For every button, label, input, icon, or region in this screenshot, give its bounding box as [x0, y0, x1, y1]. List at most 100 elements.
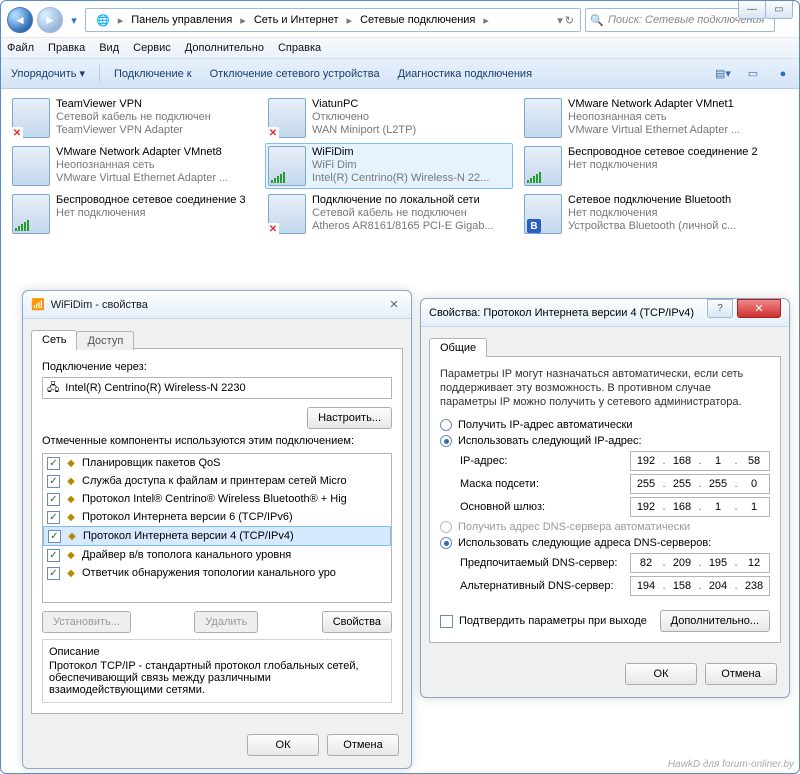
connection-item[interactable]: Беспроводное сетевое соединение 2 Нет по…: [521, 143, 769, 189]
breadcrumb-root-icon[interactable]: 🌐: [90, 12, 116, 29]
components-list[interactable]: ✓ ◆ Планировщик пакетов QoS✓ ◆ Служба до…: [42, 453, 392, 603]
chevron-right-icon: ▸: [116, 14, 126, 27]
component-icon: ◆: [64, 474, 78, 488]
tab-general[interactable]: Общие: [429, 338, 487, 357]
ip-octet[interactable]: 209: [667, 554, 697, 572]
confirm-on-exit-checkbox[interactable]: Подтвердить параметры при выходе: [440, 615, 647, 628]
diagnose-button[interactable]: Диагностика подключения: [394, 66, 536, 82]
minimize-button[interactable]: —: [738, 1, 766, 19]
ip-octet[interactable]: 82: [631, 554, 661, 572]
connection-item[interactable]: WiFiDim WiFi Dim Intel(R) Centrino(R) Wi…: [265, 143, 513, 189]
menu-file[interactable]: Файл: [7, 42, 34, 54]
ip-octet[interactable]: 1: [739, 498, 769, 516]
connection-item[interactable]: VMware Network Adapter VMnet1 Неопознанн…: [521, 95, 769, 141]
ip-octet[interactable]: 168: [667, 452, 697, 470]
organize-button[interactable]: Упорядочить ▾: [7, 65, 89, 82]
cancel-button[interactable]: Отмена: [327, 734, 399, 756]
refresh-icon[interactable]: ↻: [565, 14, 574, 27]
ip-octet[interactable]: 1: [703, 498, 733, 516]
ip-octet[interactable]: 1: [703, 452, 733, 470]
close-button[interactable]: ✕: [737, 299, 781, 318]
breadcrumb-dropdown[interactable]: ▾: [557, 14, 563, 27]
tab-access[interactable]: Доступ: [76, 331, 134, 350]
component-item[interactable]: ✓ ◆ Служба доступа к файлам и принтерам …: [43, 472, 391, 490]
ip-octet[interactable]: 0: [739, 475, 769, 493]
ip-octet[interactable]: 204: [703, 577, 733, 595]
ok-button[interactable]: ОК: [625, 663, 697, 685]
component-item[interactable]: ✓ ◆ Планировщик пакетов QoS: [43, 454, 391, 472]
maximize-button[interactable]: ▭: [765, 1, 793, 19]
ip-octet[interactable]: 158: [667, 577, 697, 595]
preview-pane-button[interactable]: ▭: [743, 64, 763, 84]
ip-address-input[interactable]: 192.168.1.58: [630, 451, 770, 471]
component-item[interactable]: ✓ ◆ Ответчик обнаружения топологии канал…: [43, 564, 391, 582]
help-button[interactable]: ?: [707, 299, 733, 318]
ip-octet[interactable]: 12: [739, 554, 769, 572]
component-item[interactable]: ✓ ◆ Драйвер в/в тополога канального уров…: [43, 546, 391, 564]
ip-octet[interactable]: 192: [631, 498, 661, 516]
disable-device-button[interactable]: Отключение сетевого устройства: [206, 66, 384, 82]
checkbox[interactable]: ✓: [47, 549, 60, 562]
ip-octet[interactable]: 168: [667, 498, 697, 516]
tab-network[interactable]: Сеть: [31, 330, 77, 349]
checkbox[interactable]: ✓: [47, 457, 60, 470]
dns1-input[interactable]: 82.209.195.12: [630, 553, 770, 573]
back-button[interactable]: ◄: [7, 7, 33, 33]
component-item[interactable]: ✓ ◆ Протокол Интернета версии 6 (TCP/IPv…: [43, 508, 391, 526]
breadcrumb-seg-0[interactable]: Панель управления: [125, 12, 238, 28]
nav-history-dropdown[interactable]: ▾: [67, 10, 81, 30]
checkbox[interactable]: ✓: [47, 493, 60, 506]
connection-item[interactable]: VMware Network Adapter VMnet8 Неопознанн…: [9, 143, 257, 189]
radio-use-ip[interactable]: Использовать следующий IP-адрес:: [440, 435, 770, 447]
menu-extra[interactable]: Дополнительно: [185, 42, 264, 54]
ip-octet[interactable]: 255: [631, 475, 661, 493]
ip-octet[interactable]: 238: [739, 577, 769, 595]
help-button[interactable]: ●: [773, 64, 793, 84]
menu-tools[interactable]: Сервис: [133, 42, 171, 54]
subnet-mask-input[interactable]: 255.255.255.0: [630, 474, 770, 494]
install-button[interactable]: Установить...: [42, 611, 131, 633]
checkbox[interactable]: ✓: [47, 567, 60, 580]
breadcrumb-seg-1[interactable]: Сеть и Интернет: [248, 12, 345, 28]
connection-item[interactable]: Беспроводное сетевое соединение 3 Нет по…: [9, 191, 257, 237]
menu-help[interactable]: Справка: [278, 42, 321, 54]
ipv4-properties-dialog: Свойства: Протокол Интернета версии 4 (T…: [420, 298, 790, 698]
adapter-textbox[interactable]: 🖧 Intel(R) Centrino(R) Wireless-N 2230: [42, 377, 392, 399]
remove-button[interactable]: Удалить: [194, 611, 258, 633]
configure-button[interactable]: Настроить...: [307, 407, 392, 429]
dialog-titlebar[interactable]: 📶 WiFiDim - свойства ✕: [23, 291, 411, 319]
view-options-button[interactable]: ▤▾: [713, 64, 733, 84]
radio-auto-ip[interactable]: Получить IP-адрес автоматически: [440, 419, 770, 431]
ip-octet[interactable]: 255: [667, 475, 697, 493]
menu-view[interactable]: Вид: [99, 42, 119, 54]
properties-button[interactable]: Свойства: [322, 611, 392, 633]
connection-item[interactable]: ✕ ViatunPC Отключено WAN Miniport (L2TP): [265, 95, 513, 141]
connection-item[interactable]: ✕ Подключение по локальной сети Сетевой …: [265, 191, 513, 237]
gateway-label: Основной шлюз:: [460, 501, 630, 513]
dialog-titlebar[interactable]: Свойства: Протокол Интернета версии 4 (T…: [421, 299, 789, 327]
radio-use-dns[interactable]: Использовать следующие адреса DNS-сервер…: [440, 537, 770, 549]
checkbox[interactable]: ✓: [47, 511, 60, 524]
ok-button[interactable]: ОК: [247, 734, 319, 756]
ip-octet[interactable]: 58: [739, 452, 769, 470]
breadcrumb-seg-2[interactable]: Сетевые подключения: [354, 12, 481, 28]
component-item[interactable]: ✓ ◆ Протокол Intel® Centrino® Wireless B…: [43, 490, 391, 508]
ip-octet[interactable]: 194: [631, 577, 661, 595]
checkbox[interactable]: ✓: [47, 475, 60, 488]
ip-octet[interactable]: 195: [703, 554, 733, 572]
advanced-button[interactable]: Дополнительно...: [660, 610, 770, 632]
connect-to-button[interactable]: Подключение к: [110, 66, 196, 82]
menu-edit[interactable]: Правка: [48, 42, 85, 54]
breadcrumb[interactable]: 🌐 ▸ Панель управления ▸ Сеть и Интернет …: [85, 8, 581, 32]
connection-item[interactable]: ✕ TeamViewer VPN Сетевой кабель не подкл…: [9, 95, 257, 141]
dns2-input[interactable]: 194.158.204.238: [630, 576, 770, 596]
component-item[interactable]: ✓ ◆ Протокол Интернета версии 4 (TCP/IPv…: [43, 526, 391, 546]
close-icon[interactable]: ✕: [385, 297, 403, 313]
checkbox[interactable]: ✓: [48, 530, 61, 543]
connection-item[interactable]: B Сетевое подключение Bluetooth Нет подк…: [521, 191, 769, 237]
cancel-button[interactable]: Отмена: [705, 663, 777, 685]
gateway-input[interactable]: 192.168.1.1: [630, 497, 770, 517]
forward-button[interactable]: ►: [37, 7, 63, 33]
ip-octet[interactable]: 192: [631, 452, 661, 470]
ip-octet[interactable]: 255: [703, 475, 733, 493]
